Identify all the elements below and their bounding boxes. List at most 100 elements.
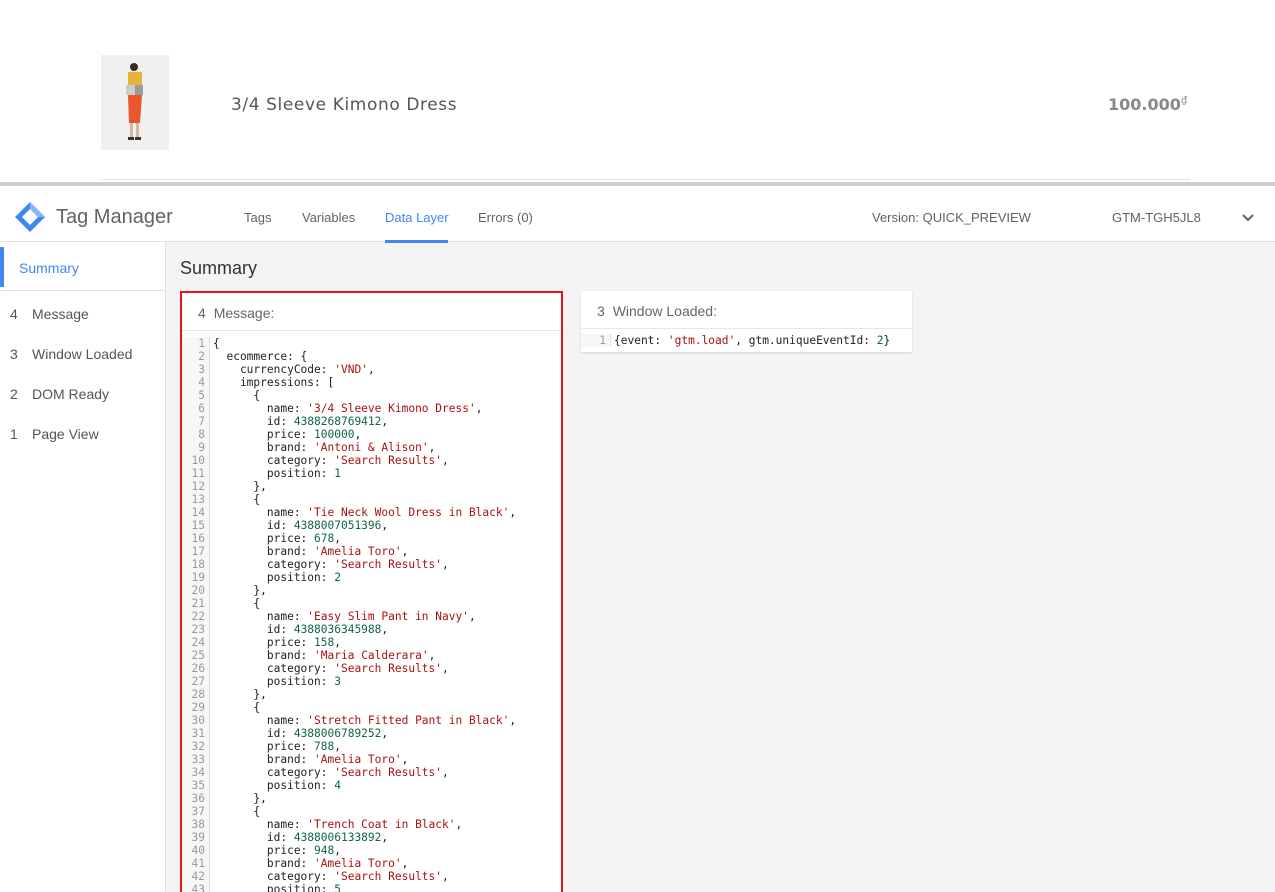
- code-line: 14 name: 'Tie Neck Wool Dress in Black',: [182, 506, 561, 519]
- code-line: 31 id: 4388006789252,: [182, 727, 561, 740]
- code-line: 39 id: 4388006133892,: [182, 831, 561, 844]
- code-token: currencyCode:: [213, 363, 335, 376]
- line-number: 26: [182, 662, 210, 675]
- string-token: 'Easy Slim Pant in Navy': [307, 610, 469, 623]
- code-token: category:: [213, 558, 335, 571]
- line-number: 41: [182, 857, 210, 870]
- code-line: 7 id: 4388268769412,: [182, 415, 561, 428]
- line-number: 21: [182, 597, 210, 610]
- line-text: position: 3: [210, 675, 341, 688]
- tab-tags[interactable]: Tags: [244, 210, 271, 225]
- code-token: ecommerce: {: [213, 350, 308, 363]
- line-text: {: [210, 805, 260, 818]
- number-token: 3: [334, 675, 341, 688]
- sidebar-item-dom-ready[interactable]: 2 DOM Ready: [10, 386, 109, 402]
- line-number: 40: [182, 844, 210, 857]
- code-token: category:: [213, 870, 335, 883]
- line-text: position: 4: [210, 779, 341, 792]
- code-line: 28 },: [182, 688, 561, 701]
- code-token: brand:: [213, 857, 315, 870]
- code-token: ,: [354, 428, 362, 441]
- line-number: 15: [182, 519, 210, 532]
- code-line: 15 id: 4388007051396,: [182, 519, 561, 532]
- product-price: 100.000₫: [1108, 95, 1187, 114]
- code-token: impressions: [: [213, 376, 335, 389]
- string-token: 'Amelia Toro': [314, 857, 402, 870]
- line-text: },: [210, 584, 266, 597]
- chevron-down-icon[interactable]: [1240, 210, 1256, 226]
- message-card: 4 Message: 1{2 ecommerce: {3 currencyCod…: [180, 291, 563, 892]
- line-number: 39: [182, 831, 210, 844]
- line-text: price: 948,: [210, 844, 341, 857]
- event-number: 3: [10, 346, 18, 362]
- line-text: name: 'Easy Slim Pant in Navy',: [210, 610, 476, 623]
- event-label: Window Loaded: [32, 346, 133, 362]
- card-event-number: 4: [198, 305, 206, 321]
- line-text: },: [210, 688, 266, 701]
- code-line: 10 category: 'Search Results',: [182, 454, 561, 467]
- sidebar-divider: [0, 290, 166, 291]
- data-layer-code[interactable]: 1{2 ecommerce: {3 currencyCode: 'VND', 4 …: [182, 331, 561, 892]
- code-token: position:: [213, 675, 335, 688]
- product-name[interactable]: 3/4 Sleeve Kimono Dress: [231, 95, 457, 115]
- data-layer-code[interactable]: 1 {event: 'gtm.load', gtm.uniqueEventId: …: [581, 329, 912, 347]
- event-number: 1: [10, 426, 18, 442]
- code-token: ,: [381, 727, 389, 740]
- tab-errors[interactable]: Errors (0): [478, 210, 533, 225]
- code-line: 4 impressions: [: [182, 376, 561, 389]
- code-line: 41 brand: 'Amelia Toro',: [182, 857, 561, 870]
- code-token: ,: [442, 454, 449, 467]
- line-number: 10: [182, 454, 210, 467]
- line-text: price: 788,: [210, 740, 341, 753]
- line-text: category: 'Search Results',: [210, 870, 449, 883]
- code-token: , gtm.uniqueEventId:: [735, 334, 877, 347]
- line-text: id: 4388006789252,: [210, 727, 388, 740]
- line-text: currencyCode: 'VND',: [210, 363, 375, 376]
- code-token: ,: [509, 506, 517, 519]
- sidebar-item-window-loaded[interactable]: 3 Window Loaded: [10, 346, 132, 362]
- line-number: 31: [182, 727, 210, 740]
- line-text: brand: 'Amelia Toro',: [210, 545, 408, 558]
- line-text: position: 1: [210, 467, 341, 480]
- line-number: 16: [182, 532, 210, 545]
- code-token: {: [213, 337, 220, 350]
- code-token: id:: [213, 623, 294, 636]
- container-id[interactable]: GTM-TGH5JL8: [1112, 210, 1201, 225]
- string-token: 'Tie Neck Wool Dress in Black': [307, 506, 510, 519]
- number-token: 100000: [314, 428, 355, 441]
- string-token: 'VND': [334, 363, 368, 376]
- number-token: 4388007051396: [293, 519, 382, 532]
- number-token: 158: [314, 636, 335, 649]
- tab-data-layer[interactable]: Data Layer: [385, 210, 449, 225]
- divider: [101, 179, 1190, 180]
- line-number: 34: [182, 766, 210, 779]
- string-token: 'Stretch Fitted Pant in Black': [307, 714, 510, 727]
- sidebar-item-page-view[interactable]: 1 Page View: [10, 426, 99, 442]
- tab-variables[interactable]: Variables: [302, 210, 355, 225]
- line-number: 27: [182, 675, 210, 688]
- line-text: name: 'Trench Coat in Black',: [210, 818, 462, 831]
- code-token: ,: [401, 753, 409, 766]
- card-event-number: 3: [597, 303, 605, 319]
- code-line: 9 brand: 'Antoni & Alison',: [182, 441, 561, 454]
- line-number: 1: [581, 334, 611, 347]
- gtm-header: Tag Manager Tags Variables Data Layer Er…: [0, 186, 1275, 243]
- code-token: name:: [213, 402, 308, 415]
- code-token: ,: [509, 714, 517, 727]
- sidebar-item-summary[interactable]: Summary: [0, 247, 166, 287]
- code-token: ,: [334, 740, 342, 753]
- code-line: 19 position: 2: [182, 571, 561, 584]
- line-number: 37: [182, 805, 210, 818]
- line-text: brand: 'Amelia Toro',: [210, 753, 408, 766]
- line-number: 6: [182, 402, 210, 415]
- code-line: 37 {: [182, 805, 561, 818]
- product-image[interactable]: [101, 55, 169, 150]
- code-token: name:: [213, 818, 308, 831]
- code-line: 23 id: 4388036345988,: [182, 623, 561, 636]
- line-text: name: 'Stretch Fitted Pant in Black',: [210, 714, 516, 727]
- line-text: brand: 'Amelia Toro',: [210, 857, 408, 870]
- currency-symbol: ₫: [1180, 95, 1188, 107]
- line-number: 38: [182, 818, 210, 831]
- sidebar-item-message[interactable]: 4 Message: [10, 306, 89, 322]
- code-token: ,: [468, 610, 476, 623]
